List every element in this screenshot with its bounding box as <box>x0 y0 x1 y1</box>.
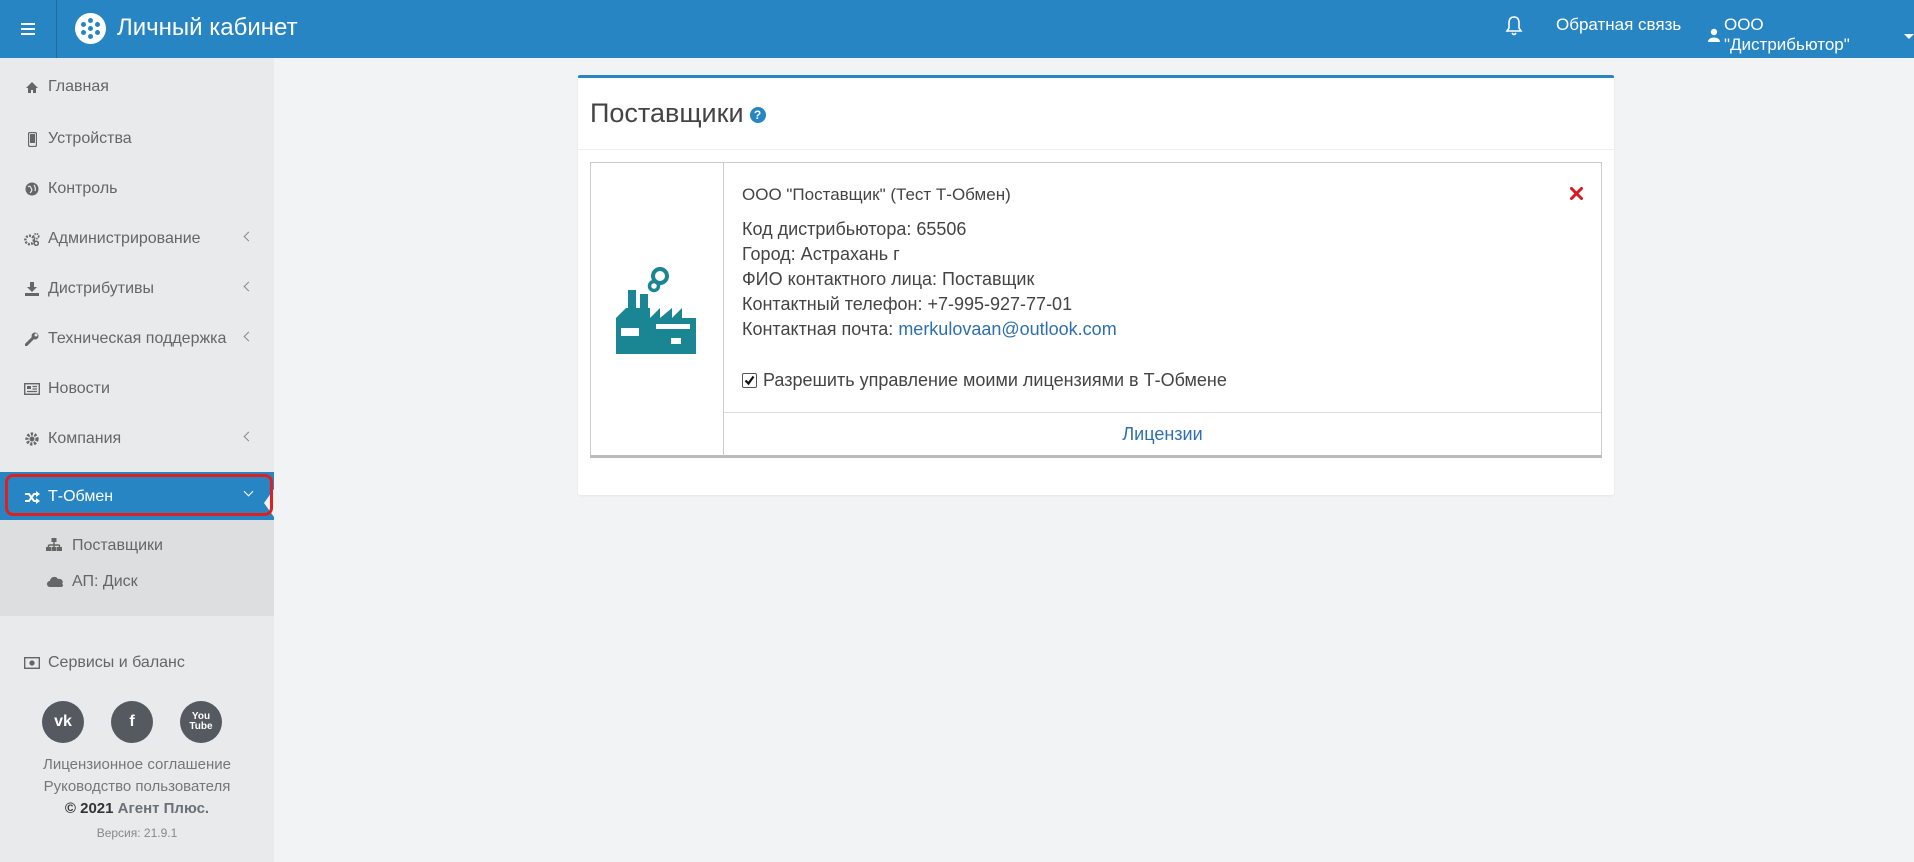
download-icon <box>24 281 40 297</box>
sidebar-item-home[interactable]: Главная <box>0 62 274 112</box>
globe-icon <box>24 181 40 197</box>
chevron-left-icon <box>243 331 254 342</box>
supplier-details: ООО "Поставщик" (Тест Т-Обмен) Код дистр… <box>724 163 1601 413</box>
submenu-item-suppliers[interactable]: Поставщики <box>46 537 163 555</box>
sidebar-item-label: Контроль <box>48 180 118 197</box>
copyright: © 2021 Агент Плюс. <box>0 800 274 817</box>
licenses-link[interactable]: Лицензии <box>724 412 1601 456</box>
supplier-image <box>591 163 724 456</box>
license-agreement-link[interactable]: Лицензионное соглашение <box>0 756 274 773</box>
sidebar-item-label: Техническая поддержка <box>48 330 227 347</box>
chevron-left-icon <box>243 281 254 292</box>
copyright-year: © 2021 <box>64 800 114 817</box>
supplier-card: ООО "Поставщик" (Тест Т-Обмен) Код дистр… <box>590 162 1602 458</box>
submenu-item-ap-disk[interactable]: АП: Диск <box>46 573 138 591</box>
user-icon <box>1708 28 1720 42</box>
sidebar: Главная Устройства Контроль Администриро… <box>0 58 274 862</box>
sidebar-item-services[interactable]: Сервисы и баланс <box>0 638 274 688</box>
sidebar-item-company[interactable]: Компания <box>0 414 274 464</box>
delete-icon[interactable] <box>1570 187 1583 200</box>
social-links: vk f You Tube <box>42 701 222 743</box>
sidebar-item-administration[interactable]: Администрирование <box>0 214 274 264</box>
license-permission-checkbox[interactable] <box>742 373 757 388</box>
menu-toggle-button[interactable] <box>0 0 57 58</box>
account-menu[interactable]: ООО "Дистрибьютор" <box>1708 15 1914 55</box>
sidebar-item-label: Компания <box>48 430 122 447</box>
t-exchange-submenu: Поставщики АП: Диск <box>0 520 274 616</box>
youtube-icon[interactable]: You Tube <box>180 701 222 743</box>
account-name: ООО "Дистрибьютор" <box>1723 15 1850 54</box>
sidebar-item-label: Дистрибутивы <box>48 280 155 297</box>
sidebar-item-label: Сервисы и баланс <box>48 654 185 671</box>
app-title[interactable]: Личный кабинет <box>117 14 298 42</box>
license-permission-row: Разрешить управление моими лицензиями в … <box>742 370 1227 391</box>
top-bar: Личный кабинет Обратная связь ООО "Дистр… <box>0 0 1914 58</box>
contact-person: ФИО контактного лица: Поставщик <box>742 269 1035 289</box>
panel-header: Поставщики ? <box>578 78 1614 150</box>
cloud-icon <box>46 574 64 590</box>
submenu-item-label: АП: Диск <box>72 573 138 590</box>
help-icon[interactable]: ? <box>749 107 766 123</box>
page-title: Поставщики ? <box>590 98 766 129</box>
sidebar-item-label: Администрирование <box>48 230 201 247</box>
sidebar-item-label: Устройства <box>48 130 132 147</box>
contact-email-row: Контактная почта: merkulovaan@outlook.co… <box>742 319 1117 340</box>
facebook-icon[interactable]: f <box>111 701 153 743</box>
contact-email-label: Контактная почта: <box>742 319 899 339</box>
vk-icon[interactable]: vk <box>42 701 84 743</box>
sidebar-item-control[interactable]: Контроль <box>0 164 274 214</box>
user-manual-link[interactable]: Руководство пользователя <box>0 778 274 795</box>
contact-email-link[interactable]: merkulovaan@outlook.com <box>898 319 1116 339</box>
version-label: Версия: 21.9.1 <box>96 826 178 840</box>
distributor-code: Код дистрибьютора: 65506 <box>742 219 967 239</box>
contact-phone: Контактный телефон: +7-995-927-77-01 <box>742 294 1073 314</box>
bell-icon[interactable] <box>1505 15 1523 37</box>
wrench-icon <box>24 331 40 347</box>
suppliers-highlight-box <box>5 474 273 516</box>
gear-icon <box>24 431 40 447</box>
sidebar-item-distributives[interactable]: Дистрибутивы <box>0 264 274 314</box>
company-link[interactable]: Агент Плюс. <box>118 800 209 817</box>
license-permission-label: Разрешить управление моими лицензиями в … <box>763 370 1227 390</box>
supplier-name: ООО "Поставщик" (Тест Т-Обмен) <box>742 185 1011 204</box>
suppliers-panel: Поставщики ? ООО "Поставщик" (Тест Т-Обм… <box>578 75 1614 495</box>
page-title-text: Поставщики <box>590 98 744 128</box>
sidebar-item-devices[interactable]: Устройства <box>0 114 274 164</box>
money-icon <box>24 655 40 671</box>
home-icon <box>24 79 40 95</box>
sidebar-item-news[interactable]: Новости <box>0 364 274 414</box>
city: Город: Астрахань г <box>742 244 900 264</box>
caret-down-icon <box>1904 33 1914 39</box>
cogs-icon <box>24 231 40 247</box>
chevron-left-icon <box>243 431 254 442</box>
newspaper-icon <box>24 381 40 397</box>
chevron-left-icon <box>243 231 254 242</box>
mobile-icon <box>24 131 40 147</box>
logo-icon[interactable] <box>75 13 106 44</box>
sidebar-item-label: Главная <box>48 78 109 95</box>
sidebar-item-label: Новости <box>48 380 110 397</box>
submenu-item-label: Поставщики <box>72 537 163 554</box>
factory-icon <box>616 266 696 354</box>
feedback-link[interactable]: Обратная связь <box>1556 15 1681 35</box>
hamburger-icon <box>21 28 35 30</box>
sidebar-item-support[interactable]: Техническая поддержка <box>0 314 274 364</box>
checkmark-icon <box>744 375 755 386</box>
sitemap-icon <box>46 538 64 554</box>
